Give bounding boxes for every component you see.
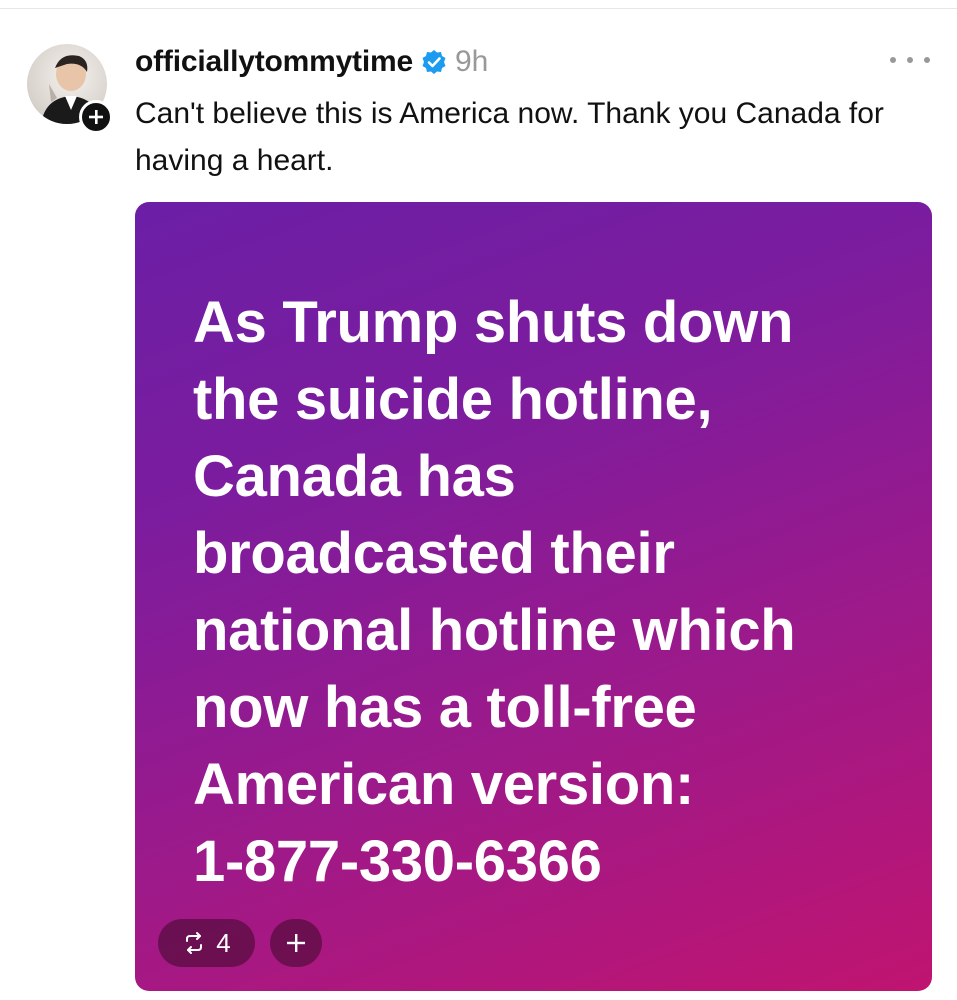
image-text-line: now has a toll-free <box>193 675 697 740</box>
more-dot <box>907 57 913 63</box>
more-options-button[interactable] <box>890 48 930 72</box>
more-dot <box>890 57 896 63</box>
image-text-line: As Trump shuts down <box>193 290 794 355</box>
repost-count: 4 <box>216 927 231 958</box>
avatar[interactable] <box>27 44 113 134</box>
image-text: As Trump shuts down the suicide hotline,… <box>193 284 913 900</box>
plus-icon <box>89 110 103 124</box>
image-text-line: 1-877-330-6366 <box>193 829 602 894</box>
image-text-line: American version: <box>193 752 694 817</box>
plus-icon <box>287 934 305 952</box>
post-time: 9h <box>454 45 489 78</box>
image-text-line: national hotline which <box>193 598 796 663</box>
username[interactable]: officiallytommytime <box>135 45 413 79</box>
image-text-line: broadcasted their <box>193 521 675 586</box>
post-image[interactable]: As Trump shuts down the suicide hotline,… <box>135 202 932 991</box>
post-text: Can't believe this is America now. Thank… <box>135 97 884 177</box>
image-text-line: Canada has <box>193 444 516 509</box>
more-dot <box>924 57 930 63</box>
top-divider <box>0 8 957 9</box>
repost-icon <box>186 932 203 954</box>
post-header: officiallytommytime 9h <box>135 42 488 82</box>
follow-button[interactable] <box>79 100 113 134</box>
image-text-line: the suicide hotline, <box>193 367 713 432</box>
add-button[interactable] <box>270 919 322 967</box>
verified-badge-icon <box>422 50 446 74</box>
repost-button[interactable]: 4 <box>158 919 255 967</box>
